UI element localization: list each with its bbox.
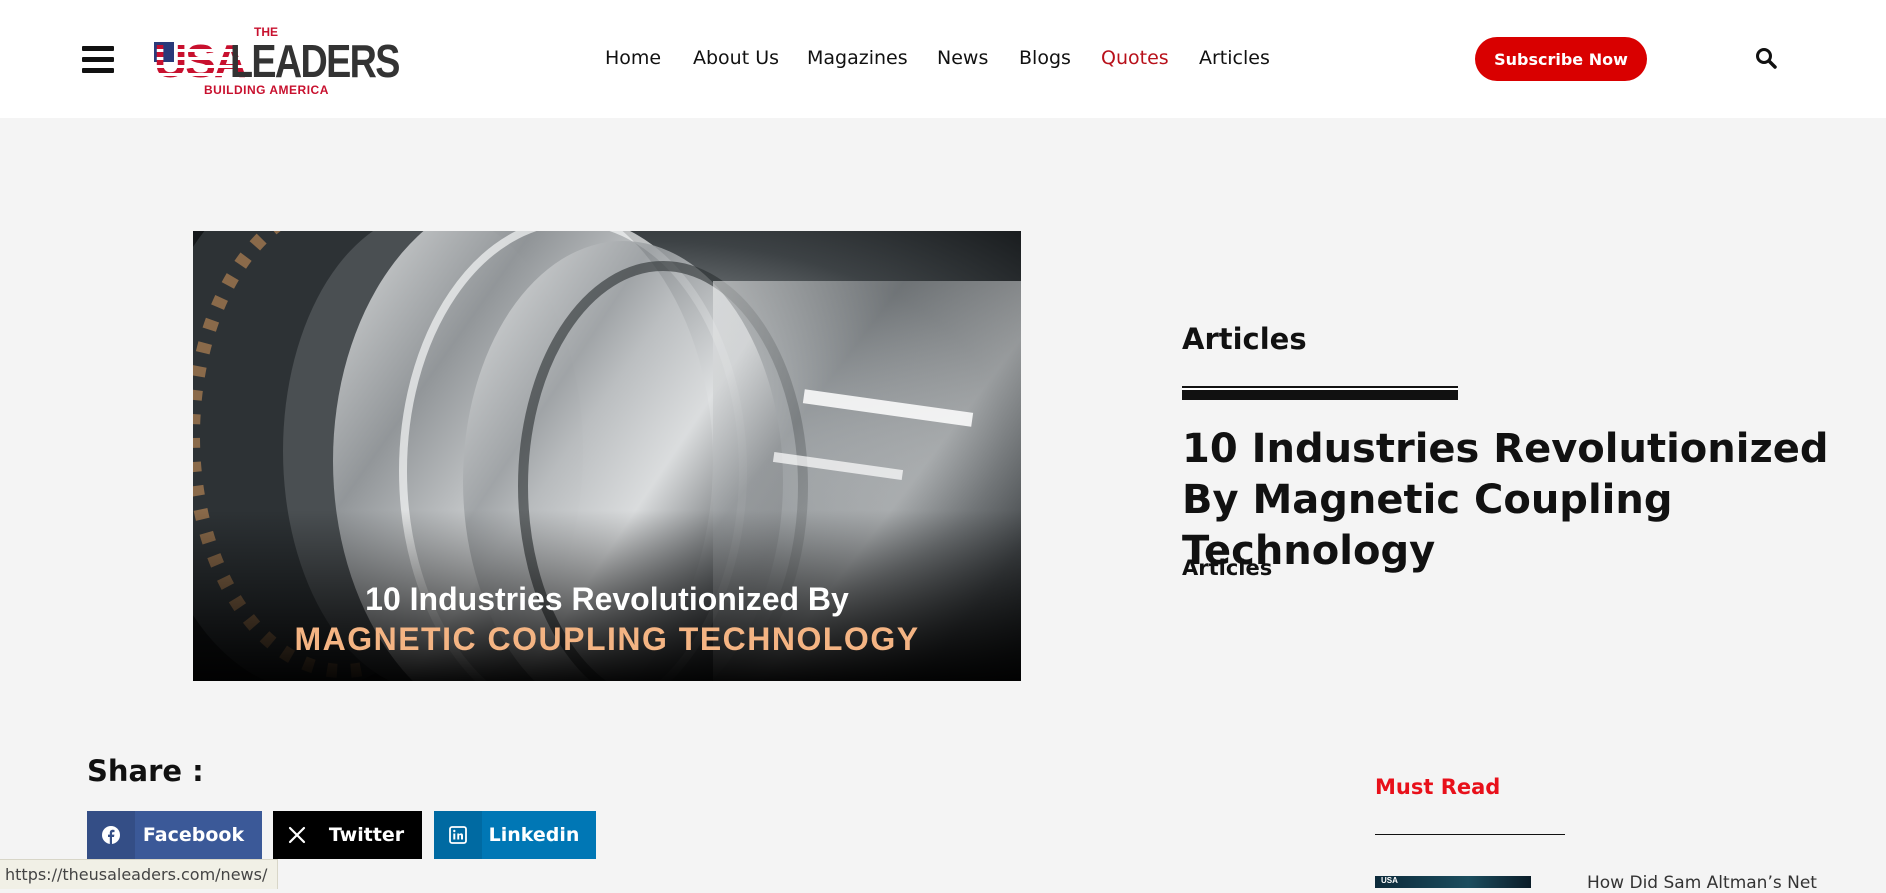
category-underline (1182, 386, 1458, 400)
article-title: 10 Industries Revolutionized By Magnetic… (1182, 426, 1829, 574)
search-icon[interactable] (1755, 47, 1777, 69)
linkedin-icon (434, 811, 482, 859)
share-label: Share : (87, 754, 204, 788)
logo-tagline: BUILDING AMERICA (204, 83, 329, 97)
share-linkedin-button[interactable]: Linkedin (434, 811, 596, 859)
category-heading: Articles (1182, 322, 1307, 356)
logo-leaders-text: LEADERS (230, 35, 400, 87)
must-read-heading: Must Read (1375, 775, 1501, 799)
linkedin-label: Linkedin (488, 824, 580, 846)
subscribe-now-button[interactable]: Subscribe Now (1475, 37, 1647, 81)
hamburger-menu-icon[interactable] (82, 46, 114, 74)
browser-status-url: https://theusaleaders.com/news/ (0, 859, 279, 889)
facebook-label: Facebook (142, 824, 245, 846)
nav-about-us[interactable]: About Us (693, 47, 779, 69)
share-twitter-button[interactable]: Twitter (273, 811, 422, 859)
twitter-label: Twitter (328, 824, 405, 846)
image-caption-line-1: 10 Industries Revolutionized By (365, 581, 849, 617)
site-logo[interactable]: USA THE LEADERS BUILDING AMERICA (154, 22, 400, 100)
article-category-link[interactable]: Articles (1182, 556, 1272, 580)
must-read-thumbnail[interactable]: USA (1375, 876, 1531, 888)
must-read-divider (1375, 834, 1565, 835)
nav-articles[interactable]: Articles (1199, 47, 1270, 69)
share-facebook-button[interactable]: Facebook (87, 811, 262, 859)
nav-magazines[interactable]: Magazines (807, 47, 908, 69)
image-caption-line-2: MAGNETIC COUPLING TECHNOLOGY (294, 621, 920, 657)
article-featured-image: 10 Industries Revolutionized By MAGNETIC… (193, 231, 1021, 681)
thumbnail-logo-text: USA (1381, 876, 1398, 885)
x-icon (273, 811, 321, 859)
facebook-icon (87, 811, 135, 859)
nav-blogs[interactable]: Blogs (1019, 47, 1071, 69)
nav-quotes[interactable]: Quotes (1101, 47, 1169, 69)
site-header: USA THE LEADERS BUILDING AMERICA Home Ab… (0, 0, 1886, 118)
must-read-article-link[interactable]: How Did Sam Altman’s Net (1587, 873, 1817, 893)
nav-home[interactable]: Home (605, 47, 661, 69)
nav-news[interactable]: News (937, 47, 988, 69)
